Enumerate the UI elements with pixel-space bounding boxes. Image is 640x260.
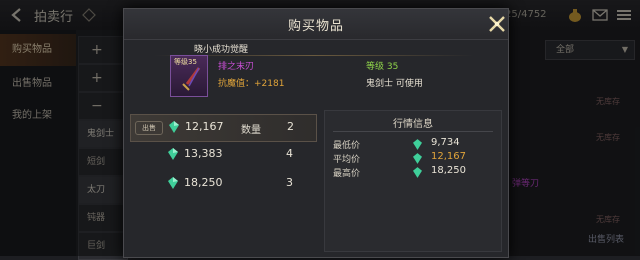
close-icon[interactable] <box>486 13 508 35</box>
avg-price-label: 平均价 <box>333 155 361 165</box>
listing-row[interactable]: 出售 12,167 数量 2 <box>130 114 317 142</box>
gem-icon <box>168 177 178 189</box>
listing-price: 18,250 <box>184 176 223 189</box>
modal-title: 购买物品 <box>287 19 344 34</box>
gem-icon <box>413 139 422 150</box>
item-name: 排之末刃 <box>218 62 255 72</box>
max-price-label: 最高价 <box>333 169 361 179</box>
item-card: 等级35 排之末刃 抗魔值：+2181 等级 35 鬼剑士 可使用 <box>166 52 471 102</box>
gem-icon <box>413 167 422 178</box>
gem-icon <box>168 148 178 160</box>
avg-price-value: 12,167 <box>431 151 466 162</box>
item-stat: 抗魔值：+2181 <box>218 79 285 89</box>
item-thumbnail[interactable]: 等级35 <box>170 55 208 97</box>
listing-price: 13,383 <box>184 147 223 160</box>
listing-quantity: 4 <box>286 147 293 160</box>
market-info-title: 行情信息 <box>393 119 433 130</box>
gem-icon <box>413 153 422 164</box>
listing-list: 出售 12,167 数量 2 13,383 4 18,250 3 <box>130 110 317 250</box>
modal-header: 购买物品 <box>124 9 508 40</box>
divider <box>333 131 493 132</box>
buy-item-modal: 购买物品 晓小成功觉醒 等级35 排之末刃 抗魔值：+2181 等级 35 鬼剑… <box>123 8 509 258</box>
listing-row[interactable]: 13,383 4 <box>130 141 315 167</box>
item-level: 等级 35 <box>366 62 399 72</box>
min-price-label: 最低价 <box>333 141 361 151</box>
min-price-value: 9,734 <box>431 137 460 148</box>
sword-icon <box>182 67 201 91</box>
market-info-panel: 行情信息 最低价 9,734 平均价 12,167 最高价 18,250 <box>324 110 502 252</box>
item-usable-class: 鬼剑士 可使用 <box>366 79 423 89</box>
listing-quantity: 2 <box>287 120 294 133</box>
gem-icon <box>169 121 179 133</box>
listing-row[interactable]: 18,250 3 <box>130 170 315 196</box>
listing-price: 12,167 <box>185 120 224 133</box>
listing-quantity: 3 <box>286 176 293 189</box>
quantity-label: 数量 <box>241 125 261 136</box>
max-price-value: 18,250 <box>431 165 466 176</box>
sell-tag: 出售 <box>135 121 163 135</box>
